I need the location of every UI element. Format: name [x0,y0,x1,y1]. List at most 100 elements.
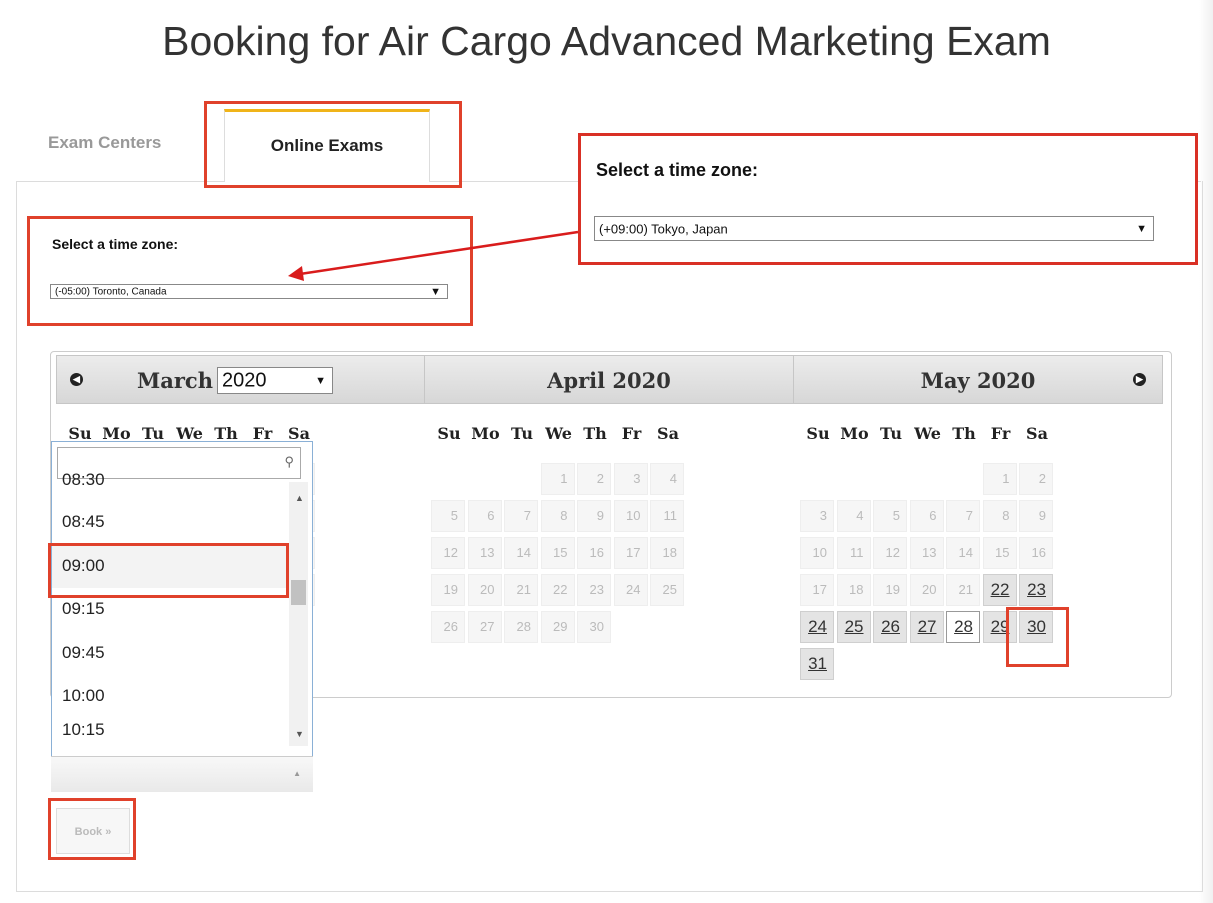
calendar-day: 4 [836,500,871,532]
weekday-header: Su [437,424,461,443]
calendar-day[interactable]: 23 [1019,574,1053,606]
calendar-header-may: May 2020 ▶ [793,355,1163,404]
calendar-day: 5 [873,500,907,532]
weekday-header: Sa [657,424,679,443]
calendar-day: 27 [467,611,502,643]
month-label-march: March [137,368,213,393]
calendar-day: 17 [613,537,648,569]
calendar-day: 23 [577,574,611,606]
weekday-header: Mo [471,424,500,443]
time-list-footer[interactable]: ▲ [51,756,313,792]
calendar-day: 9 [1019,500,1053,532]
dropdown-arrow-icon: ▼ [315,374,326,387]
month-title-may: May 2020 [920,368,1036,393]
weekday-header: Th [583,424,607,443]
calendar-day: 16 [1019,537,1053,569]
search-icon: ⚲ [284,454,294,469]
calendar-day: 10 [613,500,648,532]
calendar-day: 12 [431,537,465,569]
calendar-day: 2 [577,463,611,495]
calendar-header-march: ◀ March 2020 ▼ [56,355,425,404]
calendar-day: 9 [577,500,611,532]
prev-circle-icon[interactable]: ◀ [70,373,83,386]
calendar-day: 16 [577,537,611,569]
weekday-header: Fr [621,424,642,443]
calendar-day: 22 [540,574,575,606]
calendar-day: 25 [650,574,684,606]
weekday-header: Sa [1026,424,1048,443]
calendar-day: 18 [836,574,871,606]
calendar-day: 15 [982,537,1017,569]
calendar-day[interactable]: 26 [873,611,907,643]
calendar-day: 8 [540,500,575,532]
calendar-day[interactable]: 22 [982,574,1017,606]
calendar-day[interactable]: 24 [800,611,834,643]
calendar-day[interactable]: 31 [800,648,834,680]
calendar-day: 19 [431,574,465,606]
calendar-day: 1 [982,463,1017,495]
calendar-day: 3 [800,500,834,532]
calendar-day: 7 [504,500,538,532]
calendar-day[interactable]: 28 [946,611,980,643]
calendar-day: 11 [836,537,871,569]
calendar-day[interactable]: 30 [1019,611,1053,643]
calendar-day: 6 [909,500,944,532]
calendar-day: 30 [577,611,611,643]
calendar-day: 14 [504,537,538,569]
calendar-day: 3 [613,463,648,495]
time-option[interactable]: 09:00 [52,544,290,588]
calendar-day: 20 [467,574,502,606]
weekday-header: We [545,424,572,443]
weekday-header: Th [952,424,976,443]
calendar-day: 20 [909,574,944,606]
calendar-day[interactable]: 29 [982,611,1017,643]
year-select-value: 2020 [222,369,267,391]
calendar-day: 19 [873,574,907,606]
calendar-day: 6 [467,500,502,532]
calendar-day: 12 [873,537,907,569]
calendar-header-april: April 2020 [424,355,794,404]
collapse-icon[interactable]: ▲ [293,769,301,778]
calendar-day[interactable]: 27 [909,611,944,643]
calendar-day: 28 [504,611,538,643]
year-select[interactable]: 2020 ▼ [217,367,333,394]
next-circle-icon[interactable]: ▶ [1133,373,1146,386]
calendar-day: 17 [800,574,834,606]
scroll-up-icon[interactable]: ▲ [295,493,304,503]
calendar-day: 7 [946,500,980,532]
calendar-day: 21 [504,574,538,606]
weekday-header: Su [806,424,830,443]
calendar-day[interactable]: 25 [836,611,871,643]
calendar-day: 24 [613,574,648,606]
calendar-day: 29 [540,611,575,643]
time-list-scroll-thumb[interactable] [291,580,306,605]
calendar-day: 13 [467,537,502,569]
time-option[interactable]: 08:45 [52,500,290,544]
weekday-header: We [914,424,941,443]
calendar-day: 26 [431,611,465,643]
calendar-day: 4 [650,463,684,495]
time-option[interactable]: 09:15 [52,587,290,631]
weekday-header: Tu [510,424,534,443]
calendar-day: 13 [909,537,944,569]
calendar-day: 2 [1019,463,1053,495]
time-option[interactable]: 08:30 [52,470,290,490]
calendar-day: 5 [431,500,465,532]
weekday-header: Fr [990,424,1011,443]
calendar-day: 18 [650,537,684,569]
calendar-day: 10 [800,537,834,569]
time-option[interactable]: 09:45 [52,631,290,675]
calendar-day: 15 [540,537,575,569]
calendar-day: 14 [946,537,980,569]
time-option[interactable]: 10:15 [52,716,290,736]
calendar-day: 11 [650,500,684,532]
weekday-header: Mo [840,424,869,443]
book-button[interactable]: Book » [56,808,130,854]
month-title-april: April 2020 [547,368,671,393]
calendar-day: 8 [982,500,1017,532]
calendar-day: 21 [946,574,980,606]
scroll-down-icon[interactable]: ▼ [295,729,304,739]
time-option[interactable]: 10:00 [52,674,290,718]
calendar-day: 1 [540,463,575,495]
time-list-scrollbar[interactable] [289,482,308,746]
